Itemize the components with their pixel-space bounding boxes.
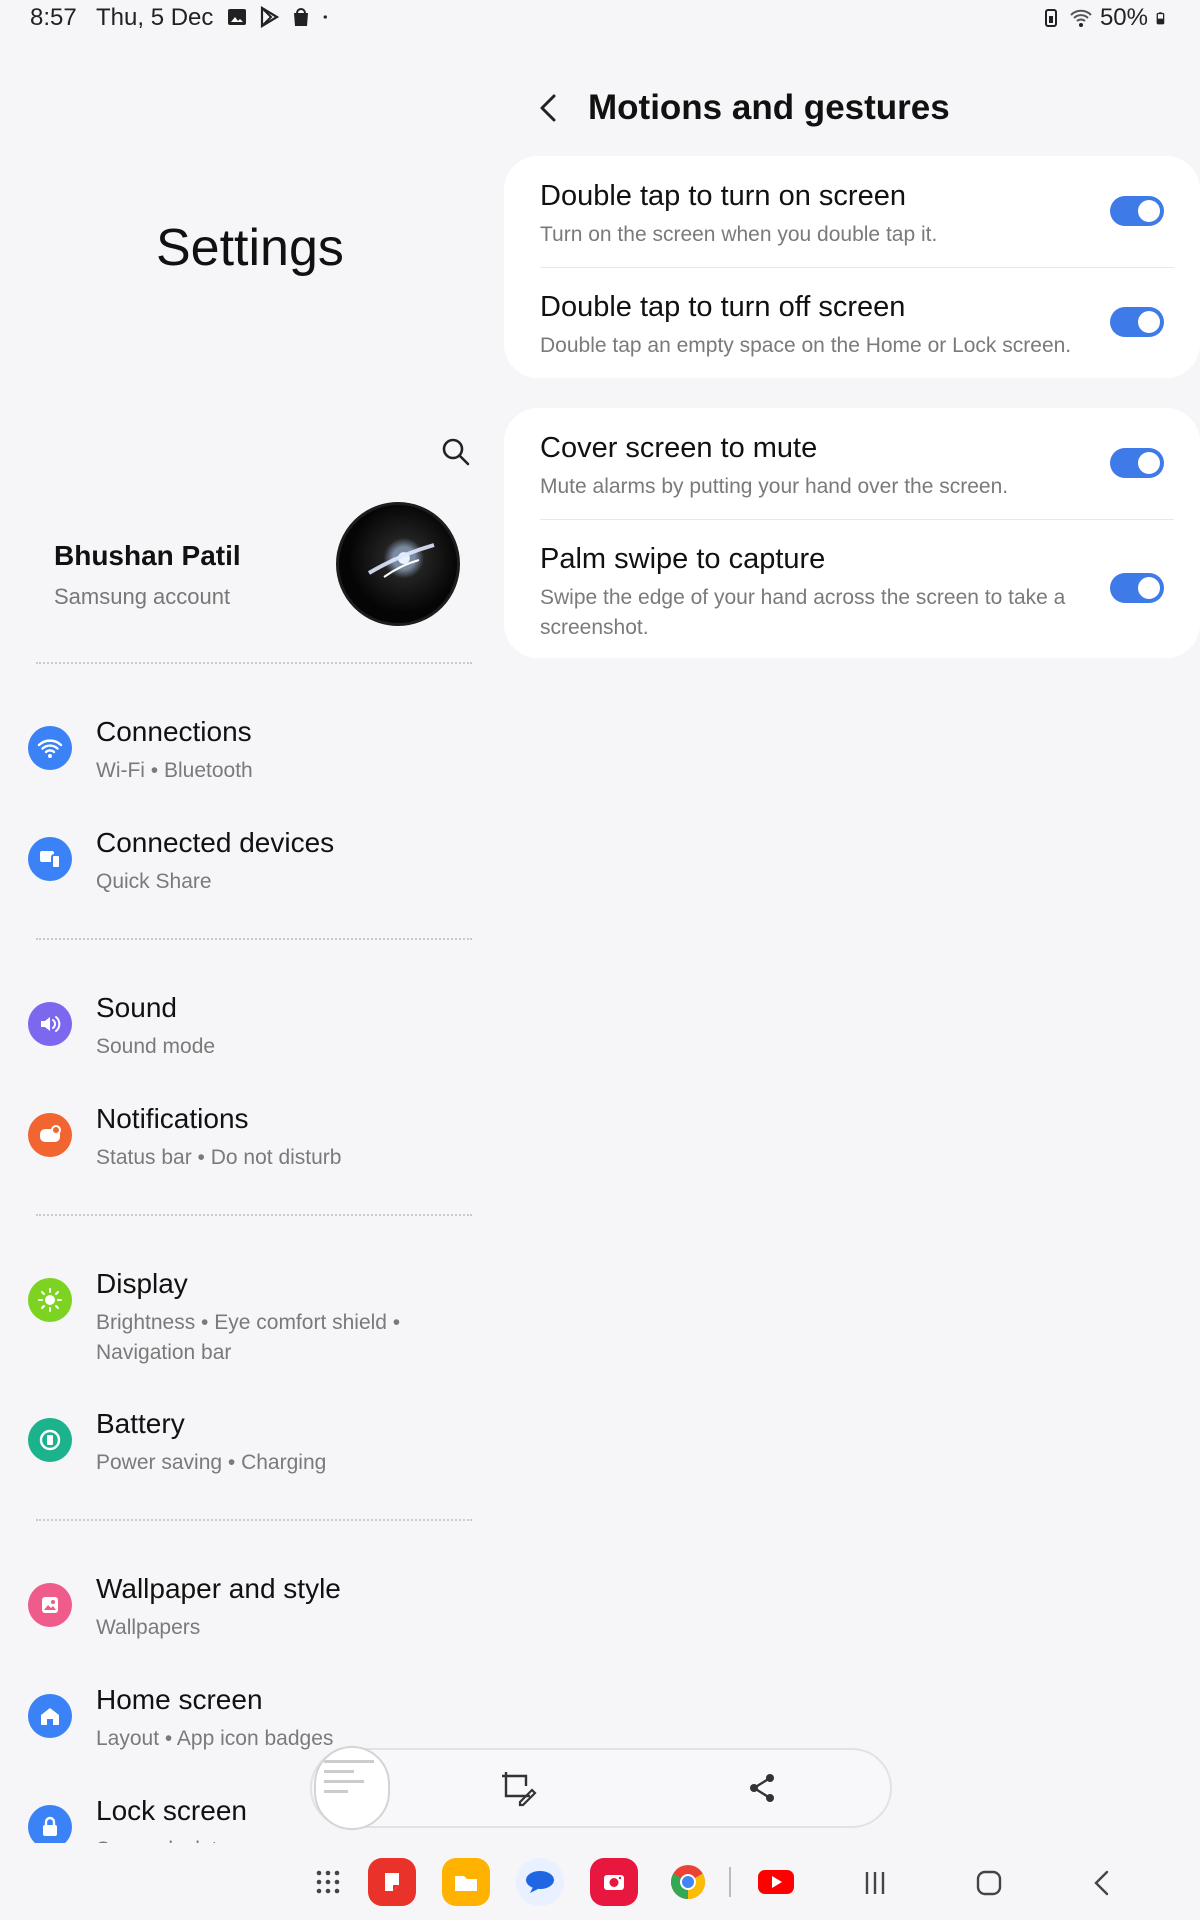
- home-icon: [28, 1694, 72, 1738]
- menu-item-title: Notifications: [96, 1103, 249, 1134]
- menu-item-subtitle: Brightness • Eye comfort shield •: [96, 1311, 401, 1334]
- setting-subtitle: Mute alarms by putting your hand over th…: [540, 475, 1009, 498]
- play-store-icon: [260, 6, 280, 28]
- menu-item-title: Sound: [96, 992, 177, 1023]
- menu-item-subtitle: Wallpapers: [96, 1616, 201, 1639]
- wifi-icon: [28, 726, 72, 770]
- menu-item-sound[interactable]: Sound Sound mode: [28, 992, 488, 1092]
- messages-app-icon[interactable]: [516, 1858, 564, 1906]
- divider: [36, 938, 472, 940]
- status-bar: 8:57 Thu, 5 Dec 50%: [0, 0, 1200, 36]
- menu-item-title: Wallpaper and style: [96, 1573, 341, 1604]
- wifi-icon: [1070, 9, 1092, 27]
- recents-icon[interactable]: [858, 1866, 892, 1900]
- menu-item-subtitle: Quick Share: [96, 870, 212, 893]
- notes-app-icon[interactable]: [368, 1858, 416, 1906]
- divider: [36, 1214, 472, 1216]
- back-nav-icon[interactable]: [1086, 1866, 1120, 1900]
- menu-item-display[interactable]: Display Brightness • Eye comfort shield …: [28, 1268, 488, 1388]
- menu-item-battery[interactable]: Battery Power saving • Charging: [28, 1408, 488, 1508]
- devices-icon: [28, 837, 72, 881]
- profile-name: Bhushan Patil: [54, 540, 241, 571]
- setting-title: Double tap to turn on screen: [540, 180, 906, 212]
- menu-item-subtitle: Wi-Fi • Bluetooth: [96, 759, 253, 782]
- menu-item-subtitle: Power saving • Charging: [96, 1451, 327, 1474]
- crop-edit-icon[interactable]: [498, 1768, 538, 1808]
- screenshot-thumbnail[interactable]: [314, 1746, 390, 1830]
- menu-item-title: Connected devices: [96, 827, 335, 858]
- status-left-icons: [226, 6, 334, 28]
- page-title-motions: Motions and gestures: [588, 88, 950, 127]
- dot-icon: [323, 15, 327, 19]
- share-icon[interactable]: [742, 1768, 782, 1808]
- toggle-double-tap-on[interactable]: [1110, 196, 1164, 226]
- menu-item-subtitle: Sound mode: [96, 1035, 216, 1058]
- search-icon: [442, 438, 470, 466]
- taskbar: [0, 1852, 1200, 1920]
- menu-item-connections[interactable]: Connections Wi-Fi • Bluetooth: [28, 716, 488, 816]
- search-button[interactable]: [436, 432, 476, 472]
- menu-item-subtitle: Status bar • Do not disturb: [96, 1146, 342, 1169]
- notification-icon: [28, 1113, 72, 1157]
- menu-item-connected-devices[interactable]: Connected devices Quick Share: [28, 827, 488, 927]
- toggle-palm-swipe[interactable]: [1110, 573, 1164, 603]
- samsung-account-profile[interactable]: Bhushan Patil Samsung account: [30, 494, 470, 634]
- setting-row-cover-to-mute[interactable]: Cover screen to mute Mute alarms by putt…: [540, 432, 1180, 512]
- chrome-app-icon[interactable]: [664, 1858, 712, 1906]
- settings-card-gestures: Cover screen to mute Mute alarms by putt…: [504, 408, 1200, 658]
- status-right: 50%: [1040, 4, 1170, 32]
- setting-subtitle: Double tap an empty space on the Home or…: [540, 334, 1072, 357]
- back-button[interactable]: [532, 90, 568, 126]
- taskbar-divider: [728, 1858, 732, 1906]
- avatar[interactable]: [336, 502, 460, 626]
- wallpaper-icon: [28, 1583, 72, 1627]
- battery-saver-icon: [1044, 9, 1057, 27]
- menu-item-title: Lock screen: [96, 1795, 247, 1826]
- battery-icon: [1156, 12, 1165, 25]
- divider: [36, 1519, 472, 1521]
- setting-row-double-tap-on[interactable]: Double tap to turn on screen Turn on the…: [540, 180, 1180, 260]
- gallery-icon: [228, 9, 246, 25]
- divider: [540, 519, 1174, 520]
- apps-grid-icon[interactable]: [304, 1858, 352, 1906]
- battery-icon: [28, 1418, 72, 1462]
- speaker-icon: [28, 1002, 72, 1046]
- setting-subtitle: Swipe the edge of your hand across the s…: [540, 586, 1066, 639]
- battery-percent: 50%: [1099, 4, 1148, 31]
- toggle-double-tap-off[interactable]: [1110, 307, 1164, 337]
- sun-icon: [28, 1278, 72, 1322]
- setting-title: Cover screen to mute: [540, 432, 818, 464]
- menu-item-wallpaper[interactable]: Wallpaper and style Wallpapers: [28, 1573, 488, 1673]
- menu-item-title: Battery: [96, 1408, 185, 1439]
- menu-item-title: Connections: [96, 716, 252, 747]
- divider: [540, 267, 1174, 268]
- setting-row-double-tap-off[interactable]: Double tap to turn off screen Double tap…: [540, 291, 1180, 371]
- page-title: Settings: [156, 219, 344, 277]
- home-nav-icon[interactable]: [972, 1866, 1006, 1900]
- shopping-bag-icon: [294, 8, 308, 26]
- screenshot-toolbar: [310, 1746, 892, 1830]
- menu-item-subtitle-line2: Navigation bar: [96, 1341, 232, 1364]
- menu-item-subtitle: Screen lock type: [96, 1835, 251, 1843]
- menu-item-title: Display: [96, 1268, 188, 1299]
- profile-subtitle: Samsung account: [54, 584, 231, 609]
- status-time: 8:57: [30, 4, 77, 31]
- menu-item-notifications[interactable]: Notifications Status bar • Do not distur…: [28, 1103, 488, 1203]
- lock-icon: [28, 1805, 72, 1843]
- setting-row-palm-swipe[interactable]: Palm swipe to capture Swipe the edge of …: [540, 543, 1180, 643]
- files-app-icon[interactable]: [442, 1858, 490, 1906]
- status-date: Thu, 5 Dec: [96, 4, 214, 31]
- setting-title: Double tap to turn off screen: [540, 291, 906, 323]
- toggle-cover-to-mute[interactable]: [1110, 448, 1164, 478]
- setting-title: Palm swipe to capture: [540, 543, 826, 575]
- menu-item-title: Home screen: [96, 1684, 263, 1715]
- divider: [36, 662, 472, 664]
- youtube-app-icon[interactable]: [752, 1858, 800, 1906]
- menu-item-subtitle: Layout • App icon badges: [96, 1727, 334, 1750]
- setting-subtitle: Turn on the screen when you double tap i…: [540, 223, 938, 246]
- chevron-left-icon: [540, 94, 556, 122]
- settings-card-double-tap: Double tap to turn on screen Turn on the…: [504, 156, 1200, 378]
- camera-app-icon[interactable]: [590, 1858, 638, 1906]
